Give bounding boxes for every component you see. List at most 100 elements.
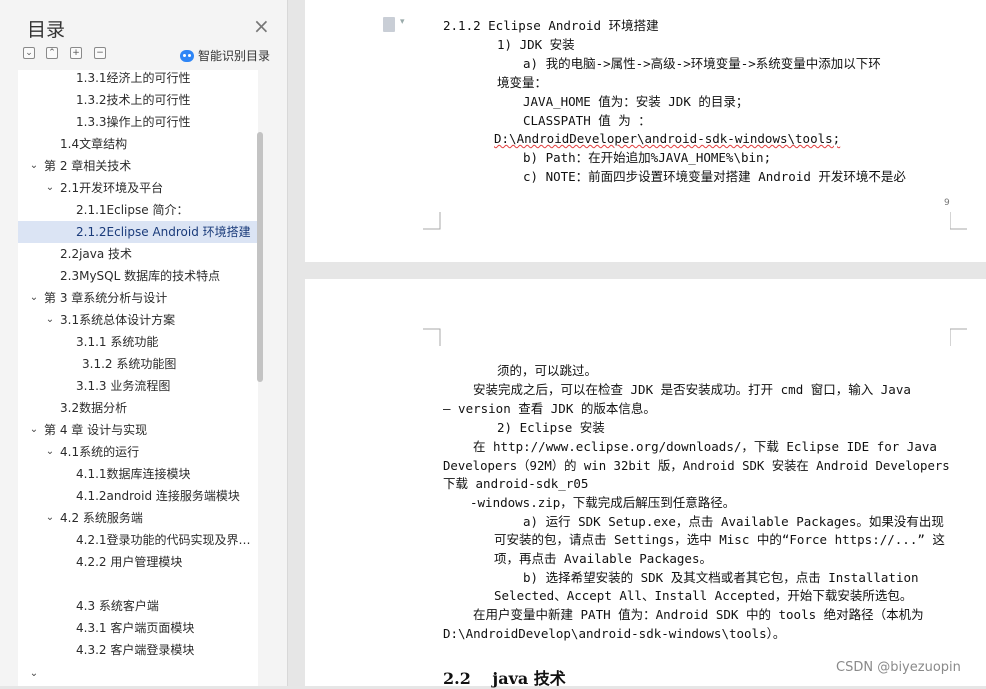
chevron-down-icon[interactable]: ⌄ [28,155,40,177]
toc-item[interactable]: 2.1.2Eclipse Android 环境搭建 [18,221,258,243]
chevron-down-icon[interactable]: ⌄ [28,663,40,685]
toc-sidebar: 目录 × ⌄ ⌃ + − 智能识别目录 1.3.1经济上的可行性 1.3.2技术上… [0,0,288,686]
toc-item-label: 4.3.1 客户端页面模块 [76,621,195,635]
toc-item-label: 4.2.2 用户管理模块 [76,555,183,569]
toc-item-label: 1.4文章结构 [60,137,128,151]
toc-item-label: 4.3.2 客户端登录模块 [76,643,195,657]
toc-item-label: 2.1开发环境及平台 [60,181,164,195]
document-line: 下载 android-sdk_r05 [443,476,589,491]
chevron-down-icon[interactable]: ⌄ [44,177,56,199]
page-corner-mark [950,212,967,230]
toc-item[interactable]: ⌄ 3.1系统总体设计方案 [18,309,258,331]
document-line: D:\AndroidDeveloper\android-sdk-windows\… [494,131,841,146]
document-icon[interactable] [383,17,405,32]
document-line: 1) JDK 安装 [497,37,575,52]
document-line: 须的，可以跳过。 [497,363,598,378]
chevron-down-icon[interactable]: ⌄ [44,309,56,331]
chevron-down-icon[interactable]: ⌄ [44,441,56,463]
toc-item[interactable]: 2.3MySQL 数据库的技术特点 [18,265,258,287]
toc-item[interactable]: 4.2.1登录功能的代码实现及界面设计 [18,529,258,551]
document-line: D:\AndroidDevelop\android-sdk-windows\to… [443,626,786,641]
document-line: c) NOTE：前面四步设置环境变量对搭建 Android 开发环境不是必 [523,169,906,184]
document-line: Selected、Accept All、Install Accepted，开始下… [494,588,913,603]
document-line: a) 我的电脑->属性->高级->环境变量->系统变量中添加以下环 [523,56,881,71]
close-icon[interactable]: × [253,16,270,36]
toc-item-label: 1.3.3操作上的可行性 [76,115,191,129]
document-line: 2) Eclipse 安装 [497,420,605,435]
toc-item[interactable]: 1.3.3操作上的可行性 [18,111,258,133]
toc-item[interactable]: 1.3.1经济上的可行性 [18,70,258,89]
toc-item[interactable]: ⌄ 第 4 章 设计与实现 [18,419,258,441]
toc-item[interactable]: ⌄ 第 3 章系统分析与设计 [18,287,258,309]
toc-item-label: 第 3 章系统分析与设计 [44,291,168,305]
toc-item[interactable]: 1.4文章结构 [18,133,258,155]
toc-item-label: 2.3MySQL 数据库的技术特点 [60,269,221,283]
toc-item[interactable]: 4.3.1 客户端页面模块 [18,617,258,639]
toc-item-label: 4.2 系统服务端 [60,511,143,525]
toc-item[interactable]: 2.1.1Eclipse 简介： [18,199,258,221]
document-line: b) Path：在开始追加%JAVA_HOME%\bin; [523,150,772,165]
toc-item[interactable]: 3.1.2 系统功能图 [18,353,258,375]
toc-item-label: 3.2数据分析 [60,401,128,415]
page-corner-mark [423,328,441,346]
toc-item[interactable]: 2.2java 技术 [18,243,258,265]
document-line: a) 运行 SDK Setup.exe，点击 Available Package… [523,514,944,529]
toc-item-label: 1.3.2技术上的可行性 [76,93,191,107]
document-line: b) 选择希望安装的 SDK 及其文档或者其它包，点击 Installation [523,570,919,585]
document-line: JAVA_HOME 值为：安装 JDK 的目录； [523,94,749,109]
document-line: Developers（92M）的 win 32bit 版，Android SDK… [443,458,950,473]
toc-item-label: 3.1系统总体设计方案 [60,313,176,327]
page-corner-mark [950,328,967,346]
chevron-down-icon[interactable]: ⌄ [28,287,40,309]
toc-scrollbar[interactable] [257,132,263,382]
collapse-all-icon[interactable]: ⌄ [23,47,35,59]
watermark: CSDN @biyezuopin [836,660,961,675]
page-number: 9 [944,198,950,208]
section-heading-2-2: 2.2 java 技术 [443,669,566,688]
toc-item[interactable]: ⌄ 第 2 章相关技术 [18,155,258,177]
toc-item-label: 4.1.1数据库连接模块 [76,467,191,481]
document-line: 2.1.2 Eclipse Android 环境搭建 [443,18,659,33]
expand-up-icon[interactable]: ⌃ [46,47,58,59]
add-heading-icon[interactable]: + [70,47,82,59]
toc-item[interactable]: 4.2.2 用户管理模块 [18,551,258,573]
toc-item-label: 2.1.2Eclipse Android 环境搭建 [76,225,251,239]
toc-item-label: 4.2.1登录功能的代码实现及界面设计 [76,533,254,547]
toc-item-label: 3.1.3 业务流程图 [76,379,171,393]
toc-item[interactable]: 4.3.2 客户端登录模块 [18,639,258,661]
document-line: 可安装的包，请点击 Settings，选中 Misc 中的“Force http… [494,532,945,547]
document-line: 境变量： [497,75,548,90]
toc-item-label: 第 2 章相关技术 [44,159,132,173]
toc-item[interactable]: ⌄ [18,663,258,685]
smart-toc-label: 智能识别目录 [198,49,271,63]
toc-item-label: 3.1.2 系统功能图 [82,357,177,371]
document-line: 在用户变量中新建 PATH 值为：Android SDK 中的 tools 绝对… [473,607,924,622]
chevron-down-icon[interactable]: ⌄ [28,419,40,441]
toc-item[interactable]: 3.1.3 业务流程图 [18,375,258,397]
document-line: 安装完成之后，可以在检查 JDK 是否安装成功。打开 cmd 窗口，输入 Jav… [473,382,911,397]
remove-heading-icon[interactable]: − [94,47,106,59]
toc-item-label: 4.1系统的运行 [60,445,140,459]
toc-item[interactable]: ⌄ 4.2 系统服务端 [18,507,258,529]
ai-robot-icon [180,50,194,62]
toc-item-label: 4.3 系统客户端 [76,599,159,613]
toc-item[interactable]: ⌄ 4.1系统的运行 [18,441,258,463]
toc-item[interactable]: ⌄ 2.1开发环境及平台 [18,177,258,199]
document-line: CLASSPATH 值 为 ： [523,113,651,128]
sidebar-title: 目录 [27,19,66,41]
toc-item-label: 2.1.1Eclipse 简介： [76,203,189,217]
document-line: 在 http://www.eclipse.org/downloads/，下载 E… [473,439,937,454]
toc-item[interactable]: 4.3 系统客户端 [18,595,258,617]
smart-toc-button[interactable]: 智能识别目录 [180,47,270,64]
chevron-down-icon[interactable]: ⌄ [44,507,56,529]
toc-item-label: 1.3.1经济上的可行性 [76,71,191,85]
toc-item[interactable]: 3.2数据分析 [18,397,258,419]
toc-item-label: 3.1.1 系统功能 [76,335,159,349]
page-corner-mark [423,212,441,230]
document-line: -windows.zip，下载完成后解压到任意路径。 [470,495,736,510]
toc-item[interactable]: 4.1.2android 连接服务端模块 [18,485,258,507]
toc-item[interactable]: 1.3.2技术上的可行性 [18,89,258,111]
toc-item[interactable]: 3.1.1 系统功能 [18,331,258,353]
toc-item-label: 第 4 章 设计与实现 [44,423,148,437]
toc-item[interactable]: 4.1.1数据库连接模块 [18,463,258,485]
